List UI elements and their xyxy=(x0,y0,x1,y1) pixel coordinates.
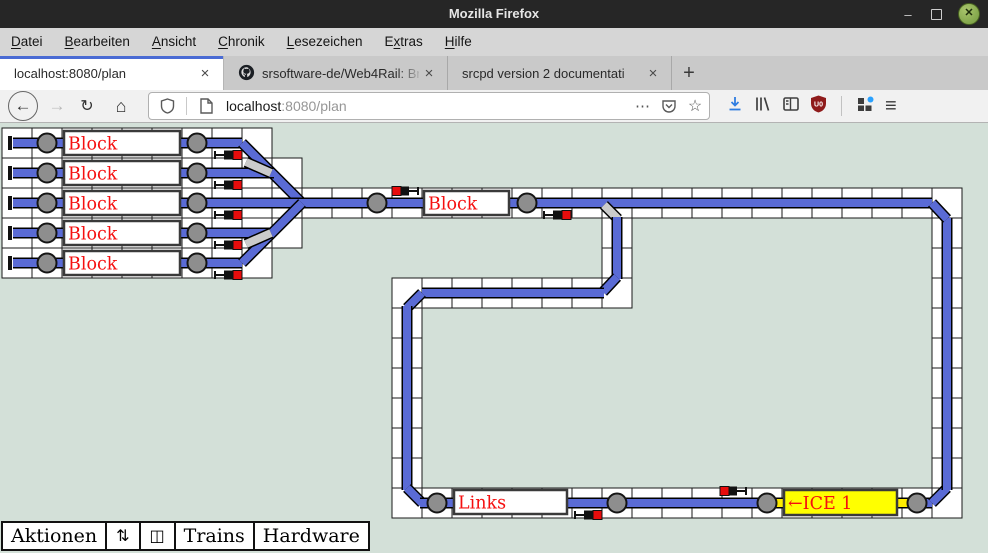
plan-tiles xyxy=(2,128,962,518)
block-label[interactable]: Block xyxy=(64,251,180,275)
window-title: Mozilla Firefox xyxy=(0,0,988,28)
menu-item-lesezeichen[interactable]: Lesezeichen xyxy=(276,28,374,56)
extensions-icon[interactable] xyxy=(856,95,875,118)
block-label[interactable]: Block xyxy=(64,131,180,155)
github-icon xyxy=(238,64,255,84)
block-label[interactable]: Links xyxy=(454,490,567,514)
contact-icon[interactable] xyxy=(38,254,57,273)
buffer-stop-icon xyxy=(8,136,12,150)
svg-text:Block: Block xyxy=(68,255,118,275)
contact-icon[interactable] xyxy=(908,494,927,513)
tab-title: localhost:8080/plan xyxy=(14,66,195,81)
tab-close-icon[interactable]: × xyxy=(195,65,215,82)
svg-text:Block: Block xyxy=(68,225,118,245)
close-button[interactable]: ✕ xyxy=(958,3,980,25)
page-icon[interactable] xyxy=(194,98,218,114)
minimize-button[interactable]: – xyxy=(901,7,915,22)
menu-item-extras[interactable]: Extras xyxy=(374,28,434,56)
url-text[interactable]: localhost:8080/plan xyxy=(226,98,629,114)
contact-icon[interactable] xyxy=(428,494,447,513)
menu-item-datei[interactable]: Datei xyxy=(0,28,54,56)
plan-menu-aktionen[interactable]: Aktionen xyxy=(1,521,107,551)
tab-title: srcpd version 2 documentati xyxy=(462,66,643,81)
menu-item-ansicht[interactable]: Ansicht xyxy=(141,28,207,56)
contact-icon[interactable] xyxy=(608,494,627,513)
contact-icon[interactable] xyxy=(188,164,207,183)
contact-icon[interactable] xyxy=(188,194,207,213)
plan-menu-trains[interactable]: Trains xyxy=(176,521,255,551)
track-plan[interactable]: Block Block Block Block Block Block Links ←ICE … xyxy=(0,123,988,553)
contact-icon[interactable] xyxy=(188,254,207,273)
hamburger-menu-icon[interactable]: ≡ xyxy=(885,95,897,118)
titlebar: Mozilla Firefox – ✕ xyxy=(0,0,988,28)
svg-text:←ICE 1: ←ICE 1 xyxy=(788,494,852,514)
ublock-icon[interactable]: U0 xyxy=(810,95,827,118)
pocket-icon[interactable] xyxy=(657,98,681,114)
menu-item-chronik[interactable]: Chronik xyxy=(207,28,276,56)
menubar: DateiBearbeitenAnsichtChronikLesezeichen… xyxy=(0,28,988,56)
bookmark-star-icon[interactable]: ☆ xyxy=(681,96,709,116)
block-label[interactable]: Block xyxy=(64,161,180,185)
contact-icon[interactable] xyxy=(188,134,207,153)
contact-icon[interactable] xyxy=(38,224,57,243)
contact-icon[interactable] xyxy=(758,494,777,513)
browser-tab[interactable]: localhost:8080/plan× xyxy=(0,56,224,90)
browser-tab[interactable]: srsoftware-de/Web4Rail: Br× xyxy=(224,56,448,90)
block-label[interactable]: Block xyxy=(64,191,180,215)
buffer-stop-icon xyxy=(8,256,12,270)
svg-text:Block: Block xyxy=(428,195,478,215)
svg-text:U0: U0 xyxy=(814,101,823,108)
back-button[interactable]: ← xyxy=(8,91,38,121)
page-content: Block Block Block Block Block Block Links ←ICE … xyxy=(0,123,988,553)
plan-menu-icon[interactable]: ⇅ xyxy=(107,521,140,551)
library-icon[interactable] xyxy=(754,95,772,118)
svg-text:Block: Block xyxy=(68,165,118,185)
contact-icon[interactable] xyxy=(38,194,57,213)
firefox-window: Mozilla Firefox – ✕ DateiBearbeitenAnsic… xyxy=(0,0,988,553)
plan-menu-hardware[interactable]: Hardware xyxy=(255,521,370,551)
block-label[interactable]: Block xyxy=(64,221,180,245)
svg-text:Links: Links xyxy=(458,494,506,514)
page-actions-icon[interactable]: ⋯ xyxy=(629,97,657,115)
buffer-stop-icon xyxy=(8,196,12,210)
forward-button[interactable]: → xyxy=(44,96,70,116)
toolbar-separator xyxy=(841,96,842,116)
buffer-stop-icon xyxy=(8,226,12,240)
urlbar-separator xyxy=(186,97,187,115)
browser-tab[interactable]: srcpd version 2 documentati× xyxy=(448,56,672,90)
contact-icon[interactable] xyxy=(368,194,387,213)
tab-title: srsoftware-de/Web4Rail: Br xyxy=(262,66,419,81)
contact-icon[interactable] xyxy=(518,194,537,213)
plan-menu-icon[interactable]: ◫ xyxy=(141,521,176,551)
reload-button[interactable]: ↻ xyxy=(74,96,100,116)
plan-bottom-menu: Aktionen⇅◫TrainsHardware xyxy=(1,521,370,551)
tab-strip: localhost:8080/plan×srsoftware-de/Web4Ra… xyxy=(0,56,988,90)
url-bar[interactable]: localhost:8080/plan ⋯ ☆ xyxy=(148,92,710,120)
new-tab-button[interactable]: + xyxy=(672,56,706,90)
contact-icon[interactable] xyxy=(38,134,57,153)
nav-toolbar: ← → ↻ ⌂ localhost:8080/plan ⋯ ☆ xyxy=(0,90,988,123)
menu-item-bearbeiten[interactable]: Bearbeiten xyxy=(54,28,141,56)
restore-button[interactable] xyxy=(931,9,942,20)
train-label[interactable]: ←ICE 1 xyxy=(784,490,897,515)
block-label[interactable]: Block xyxy=(424,191,509,215)
contact-icon[interactable] xyxy=(188,224,207,243)
sidebar-icon[interactable] xyxy=(782,95,800,118)
shield-icon[interactable] xyxy=(155,98,179,114)
svg-text:Block: Block xyxy=(68,135,118,155)
svg-text:Block: Block xyxy=(68,195,118,215)
buffer-stop-icon xyxy=(8,166,12,180)
contact-icon[interactable] xyxy=(38,164,57,183)
menu-item-hilfe[interactable]: Hilfe xyxy=(434,28,483,56)
home-button[interactable]: ⌂ xyxy=(108,96,134,117)
download-icon[interactable] xyxy=(726,95,744,118)
